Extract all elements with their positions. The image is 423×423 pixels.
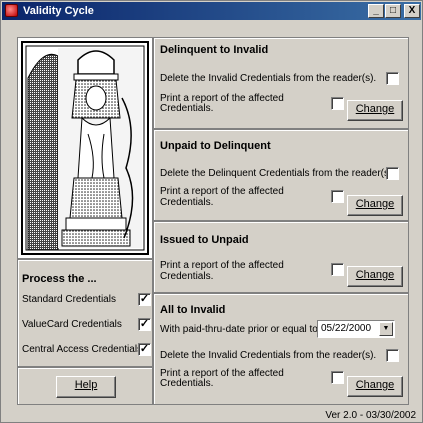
unpaid-to-delinquent-title: Unpaid to Delinquent [160, 140, 271, 152]
print-report-checkbox[interactable] [331, 190, 344, 203]
window-title: Validity Cycle [23, 5, 94, 17]
paid-thru-date-label: With paid-thru-date prior or equal to [160, 324, 318, 335]
central-access-credentials-checkbox[interactable]: ✓ [138, 343, 151, 356]
standard-credentials-label: Standard Credentials [22, 294, 116, 305]
valuecard-credentials-label: ValueCard Credentials [22, 319, 122, 330]
help-group: Help [17, 367, 153, 405]
all-to-invalid-title: All to Invalid [160, 304, 226, 316]
illustration-frame [17, 37, 153, 259]
print-report-checkbox[interactable] [331, 371, 344, 384]
report-line2: Credentials. [160, 103, 214, 114]
report-line2: Credentials. [160, 271, 214, 282]
delinquent-to-invalid-group: Delinquent to Invalid Delete the Invalid… [153, 37, 409, 129]
delete-invalid-label: Delete the Invalid Credentials from the … [160, 73, 377, 84]
maximize-button[interactable]: □ [385, 4, 401, 18]
app-icon [5, 4, 18, 17]
version-label: Ver 2.0 - 03/30/2002 [325, 410, 416, 421]
report-line2: Credentials. [160, 378, 214, 389]
all-to-invalid-group: All to Invalid With paid-thru-date prior… [153, 293, 409, 405]
unpaid-to-delinquent-group: Unpaid to Delinquent Delete the Delinque… [153, 129, 409, 221]
issued-to-unpaid-group: Issued to Unpaid Print a report of the a… [153, 221, 409, 293]
report-line2: Credentials. [160, 197, 214, 208]
central-access-credentials-label: Central Access Credentials [22, 344, 143, 355]
delete-delinquent-label: Delete the Delinquent Credentials from t… [160, 168, 396, 179]
delinquent-to-invalid-title: Delinquent to Invalid [160, 44, 269, 56]
issued-to-unpaid-title: Issued to Unpaid [160, 234, 249, 246]
change-button[interactable]: Change [347, 195, 403, 216]
print-report-checkbox[interactable] [331, 97, 344, 110]
paid-thru-date-value: 05/22/2000 [321, 323, 372, 334]
help-button[interactable]: Help [56, 376, 116, 398]
change-button[interactable]: Change [347, 376, 403, 397]
title-bar[interactable]: Validity Cycle _ □ X [2, 2, 421, 20]
validity-cycle-window: Validity Cycle _ □ X Process the ... Sta… [0, 0, 423, 423]
delete-invalid-label: Delete the Invalid Credentials from the … [160, 350, 377, 361]
status-bar: Ver 2.0 - 03/30/2002 [5, 408, 420, 422]
change-button[interactable]: Change [347, 266, 403, 287]
report-line1: Print a report of the affected [160, 260, 284, 271]
process-group: Process the ... Standard Credentials ✓ V… [17, 259, 153, 367]
delete-delinquent-checkbox[interactable] [386, 167, 399, 180]
minimize-button[interactable]: _ [368, 4, 384, 18]
statue-illustration [18, 38, 152, 258]
delete-invalid-checkbox[interactable] [386, 349, 399, 362]
standard-credentials-checkbox[interactable]: ✓ [138, 293, 151, 306]
chevron-down-icon[interactable]: ▼ [379, 322, 393, 336]
paid-thru-date-dropdown[interactable]: 05/22/2000 ▼ [317, 320, 395, 338]
process-heading: Process the ... [22, 273, 97, 285]
valuecard-credentials-checkbox[interactable]: ✓ [138, 318, 151, 331]
delete-invalid-checkbox[interactable] [386, 72, 399, 85]
close-button[interactable]: X [404, 4, 420, 18]
change-button[interactable]: Change [347, 100, 403, 121]
report-line1: Print a report of the affected [160, 186, 284, 197]
print-report-checkbox[interactable] [331, 263, 344, 276]
